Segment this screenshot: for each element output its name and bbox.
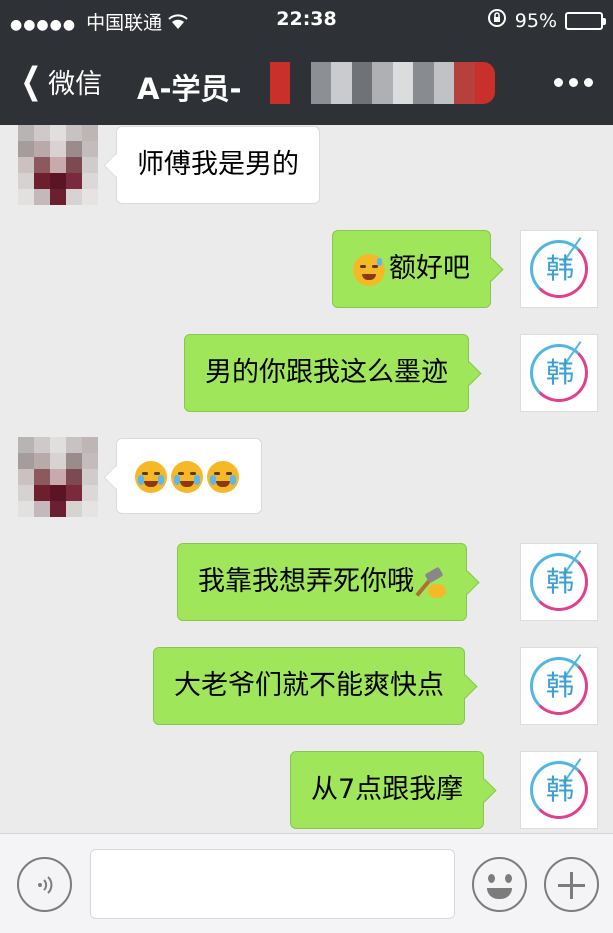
- self-avatar[interactable]: 韩: [520, 543, 598, 621]
- plus-icon[interactable]: [544, 857, 599, 912]
- more-icon[interactable]: [554, 78, 593, 87]
- rotation-lock-icon: [487, 8, 507, 33]
- input-bar: [0, 833, 613, 933]
- top-header: ●●●●● 中国联通 22:38 95% ❮ 微信 A-学员-: [0, 0, 613, 125]
- avatar-character: 韩: [545, 773, 574, 806]
- message-bubble-incoming[interactable]: [116, 438, 262, 514]
- loudly-crying-emoji-icon: [171, 460, 203, 493]
- loudly-crying-emoji-icon: [207, 460, 239, 493]
- message-text: 男的你跟我这么墨迹: [205, 357, 448, 388]
- message-text: 师傅我是男的: [137, 149, 299, 180]
- message-bubble-outgoing[interactable]: 我靠我想弄死你哦: [177, 543, 467, 621]
- self-avatar[interactable]: 韩: [520, 334, 598, 412]
- message-bubble-outgoing[interactable]: 从7点跟我摩: [290, 751, 485, 829]
- battery-percent: 95%: [514, 9, 557, 32]
- self-avatar[interactable]: 韩: [520, 751, 598, 829]
- redacted-name-mosaic: [270, 62, 495, 104]
- contact-avatar[interactable]: [18, 125, 98, 205]
- message-text: 额好吧: [389, 253, 470, 284]
- message-bubble-outgoing[interactable]: 男的你跟我这么墨迹: [184, 334, 469, 412]
- avatar-character: 韩: [545, 565, 574, 598]
- back-button[interactable]: ❮ 微信: [16, 60, 103, 102]
- message-text: 大老爷们就不能爽快点: [174, 670, 444, 701]
- message-bubble-outgoing[interactable]: 额好吧: [332, 230, 491, 308]
- contact-avatar[interactable]: [18, 437, 98, 517]
- pixelated-avatar-image: [18, 437, 98, 517]
- status-bar: ●●●●● 中国联通 22:38 95%: [0, 0, 613, 40]
- status-right: 95%: [487, 8, 606, 33]
- battery-icon: [565, 11, 606, 30]
- navigation-bar: ❮ 微信 A-学员-: [0, 40, 613, 125]
- message-text: 我靠我想弄死你哦: [198, 566, 414, 597]
- hammer-emoji-icon: [415, 566, 446, 598]
- message-bubble-outgoing[interactable]: 大老爷们就不能爽快点: [153, 647, 465, 725]
- voice-icon[interactable]: [17, 857, 72, 912]
- smirk-sweat-emoji-icon: [353, 253, 385, 286]
- chevron-left-icon: ❮: [20, 60, 42, 102]
- chat-title: A-学员-: [137, 72, 242, 106]
- avatar-character: 韩: [545, 669, 574, 702]
- message-bubble-incoming[interactable]: 师傅我是男的: [116, 126, 320, 204]
- emoji-icon[interactable]: [472, 857, 527, 912]
- message-input[interactable]: [90, 849, 455, 919]
- loudly-crying-emoji-icon: [135, 460, 167, 493]
- back-label: 微信: [48, 69, 103, 100]
- pixelated-avatar-image: [18, 125, 98, 205]
- self-avatar[interactable]: 韩: [520, 230, 598, 308]
- self-avatar[interactable]: 韩: [520, 647, 598, 725]
- avatar-character: 韩: [545, 356, 574, 389]
- avatar-character: 韩: [545, 252, 574, 285]
- message-text: 从7点跟我摩: [311, 774, 464, 805]
